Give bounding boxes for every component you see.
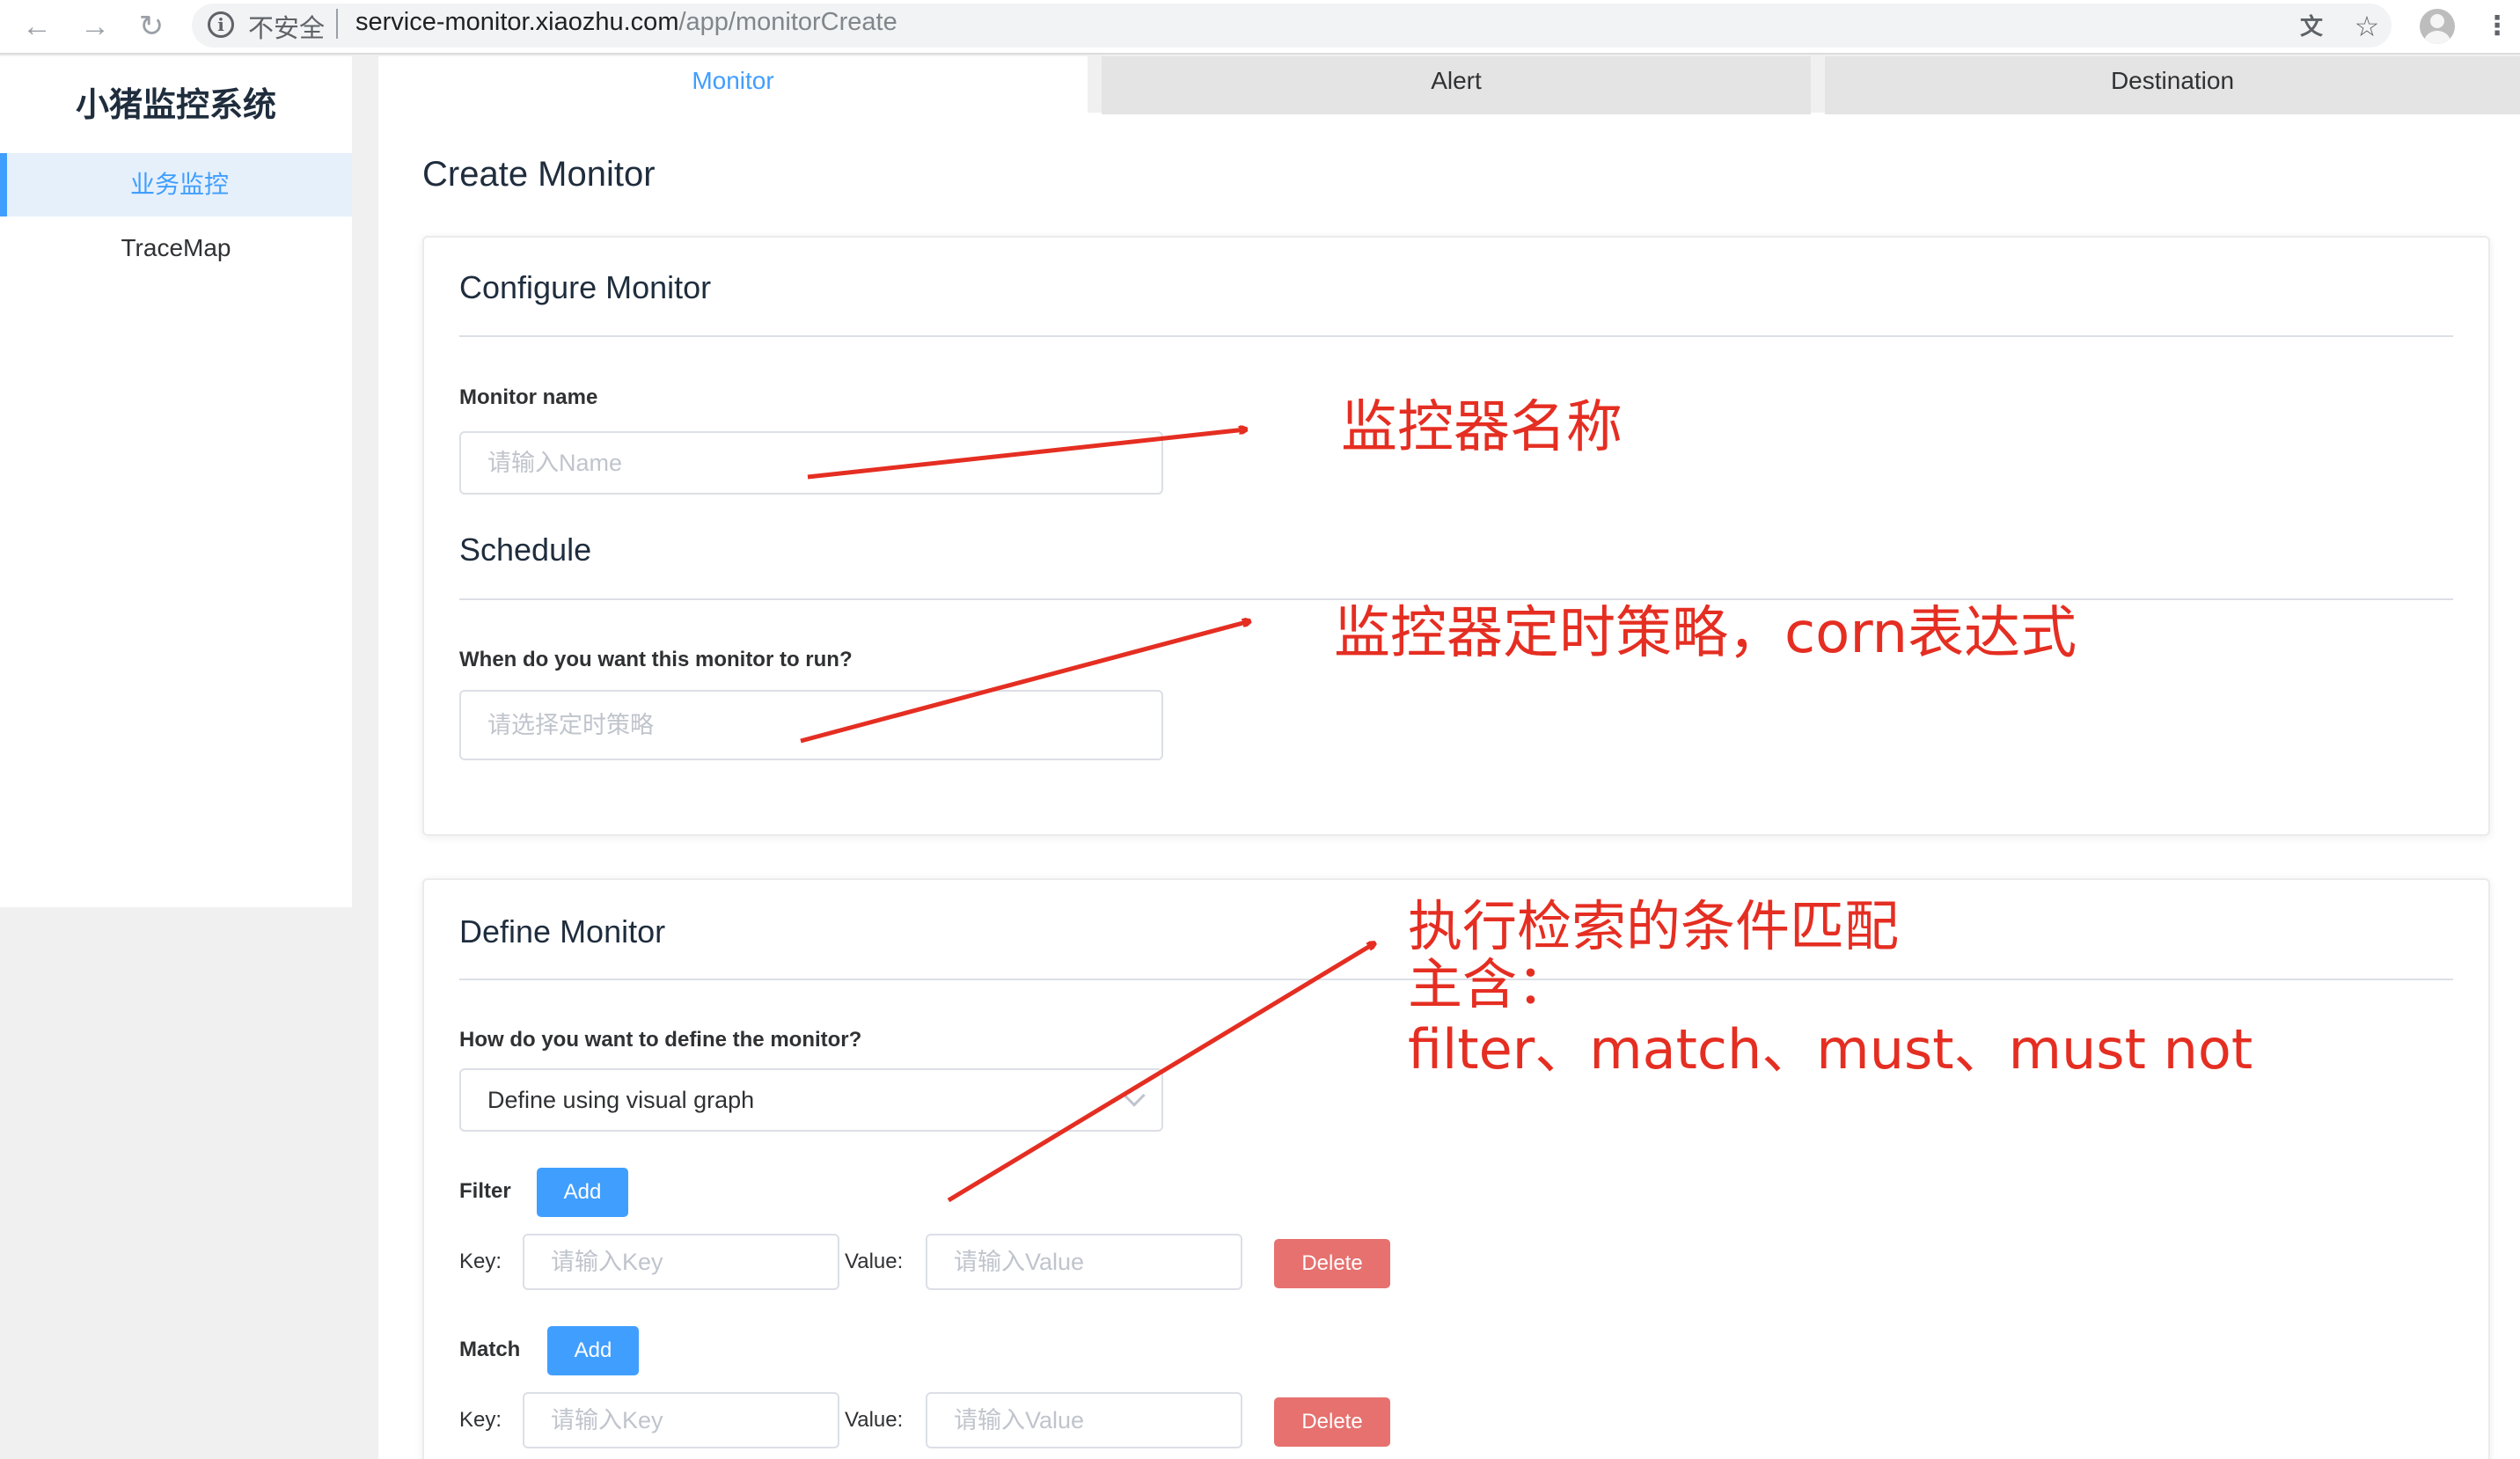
annotation-schedule: 监控器定时策略，corn表达式 xyxy=(1334,601,2077,666)
tab-bar: Monitor Alert Destination xyxy=(378,56,2520,114)
browser-toolbar: ← → ↻ i 不安全 service-monitor.xiaozhu.com/… xyxy=(0,0,2520,55)
define-method-select[interactable]: Define using visual graph xyxy=(459,1068,1163,1132)
star-icon[interactable]: ☆ xyxy=(2348,7,2386,46)
url-domain: service-monitor.xiaozhu.com xyxy=(355,8,679,36)
schedule-title: Schedule xyxy=(459,532,592,568)
match-value-input[interactable]: 请输入Value xyxy=(926,1392,1242,1448)
define-monitor-title: Define Monitor xyxy=(459,913,666,949)
url-path: /app/monitorCreate xyxy=(678,8,897,36)
more-icon[interactable]: ⋮ xyxy=(2478,7,2516,46)
filter-key-label: Key: xyxy=(459,1250,502,1273)
schedule-label: When do you want this monitor to run? xyxy=(459,648,853,671)
filter-value-label: Value: xyxy=(845,1250,904,1273)
filter-add-button[interactable]: Add xyxy=(537,1168,628,1217)
page-title: Create Monitor xyxy=(422,155,656,194)
match-add-button[interactable]: Add xyxy=(547,1326,639,1375)
match-value-label: Value: xyxy=(845,1408,904,1432)
forward-icon[interactable]: → xyxy=(76,7,114,46)
sidebar: 小猪监控系统 业务监控 TraceMap xyxy=(0,56,352,907)
sidebar-item-business-monitor[interactable]: 业务监控 xyxy=(0,153,352,216)
match-key-label: Key: xyxy=(459,1408,502,1432)
tab-alert[interactable]: Alert xyxy=(1102,56,1811,114)
tab-destination[interactable]: Destination xyxy=(1825,56,2520,114)
info-icon[interactable]: i xyxy=(208,11,234,38)
address-separator xyxy=(336,9,338,39)
match-key-input[interactable]: 请输入Key xyxy=(523,1392,839,1448)
translate-icon[interactable]: 文 xyxy=(2292,7,2331,46)
filter-delete-button[interactable]: Delete xyxy=(1274,1239,1390,1288)
avatar-icon[interactable] xyxy=(2420,9,2455,44)
schedule-select[interactable]: 请选择定时策略 xyxy=(459,690,1163,760)
monitor-name-label: Monitor name xyxy=(459,385,598,409)
configure-monitor-title: Configure Monitor xyxy=(459,269,712,305)
filter-label: Filter xyxy=(459,1179,511,1203)
sidebar-item-tracemap[interactable]: TraceMap xyxy=(0,216,352,280)
reload-icon[interactable]: ↻ xyxy=(132,7,171,46)
filter-key-input[interactable]: 请输入Key xyxy=(523,1234,839,1290)
match-delete-button[interactable]: Delete xyxy=(1274,1397,1390,1447)
divider xyxy=(459,335,2453,337)
insecure-label: 不安全 xyxy=(248,15,326,43)
url-text[interactable]: service-monitor.xiaozhu.com/app/monitorC… xyxy=(355,8,897,37)
tab-monitor[interactable]: Monitor xyxy=(378,56,1088,114)
annotation-define-line3: filter、match、must、must not xyxy=(1408,1017,2253,1081)
monitor-name-input[interactable]: 请输入Name xyxy=(459,431,1163,495)
back-icon[interactable]: ← xyxy=(18,7,56,46)
match-label: Match xyxy=(459,1338,521,1361)
annotation-monitor-name: 监控器名称 xyxy=(1341,395,1623,460)
system-title: 小猪监控系统 xyxy=(75,87,276,124)
filter-value-input[interactable]: 请输入Value xyxy=(926,1234,1242,1290)
define-method-label: How do you want to define the monitor? xyxy=(459,1028,862,1052)
